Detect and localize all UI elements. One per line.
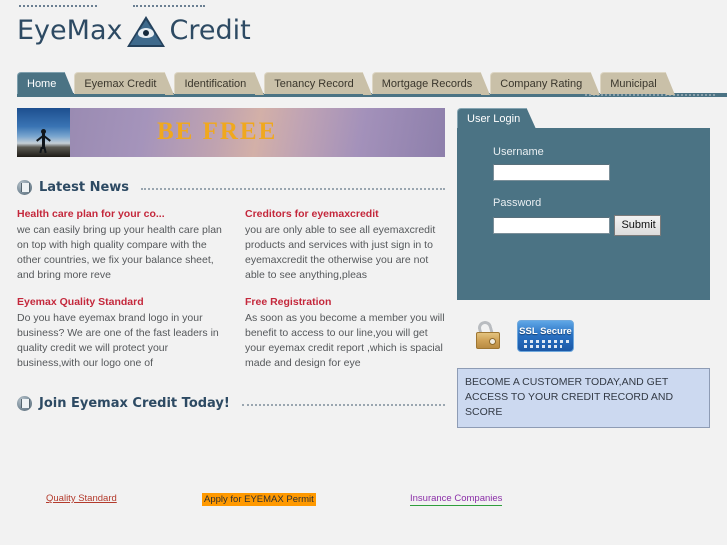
ssl-secure-badge: SSL Secure	[517, 320, 574, 352]
banner-headline: BE FREE	[157, 118, 278, 145]
username-label: Username	[493, 146, 544, 158]
promo-banner[interactable]: BE FREE	[17, 108, 445, 157]
promo-callout: BECOME A CUSTOMER TODAY,AND GET ACCESS T…	[457, 368, 710, 428]
news-item: Creditors for eyemaxcredit you are only …	[245, 208, 445, 283]
main-navigation: Home Eyemax Credit Identification Tenanc…	[0, 70, 727, 97]
username-input[interactable]	[493, 163, 610, 181]
news-title[interactable]: Eyemax Quality Standard	[17, 296, 228, 308]
main-content-column: BE FREE Latest News Health care plan for…	[17, 108, 445, 413]
footer-links: Quality Standard Apply for EYEMAX Permit…	[0, 488, 727, 518]
news-body: Do you have eyemax brand logo in your bu…	[17, 312, 219, 369]
padlock-icon	[473, 319, 503, 351]
latest-news-title: Latest News	[39, 179, 130, 195]
logo-dots-right	[133, 5, 205, 8]
security-badges: SSL Secure	[465, 318, 710, 354]
nav-tab-company-rating[interactable]: Company Rating	[490, 72, 601, 95]
logo-dots-left	[19, 5, 97, 8]
site-logo[interactable]: EyeMax Credit	[17, 5, 251, 47]
user-login-tab[interactable]: User Login	[457, 108, 536, 129]
news-bullet-icon	[17, 179, 32, 195]
join-today-title: Join Eyemax Credit Today!	[39, 395, 230, 411]
news-item: Eyemax Quality Standard Do you have eyem…	[17, 296, 228, 371]
latest-news-heading: Latest News	[17, 177, 445, 197]
news-title[interactable]: Free Registration	[245, 296, 445, 308]
news-item: Free Registration As soon as you become …	[245, 296, 445, 371]
news-item: Health care plan for your co... we can e…	[17, 208, 228, 283]
nav-tab-home[interactable]: Home	[17, 72, 75, 95]
nav-tab-mortgage-records[interactable]: Mortgage Records	[371, 72, 490, 95]
user-login-panel: Username Password Submit	[457, 128, 710, 300]
news-title[interactable]: Creditors for eyemaxcredit	[245, 208, 445, 220]
nav-tab-municipal[interactable]: Municipal	[600, 72, 676, 95]
pyramid-eye-icon	[127, 14, 166, 47]
join-today-heading: Join Eyemax Credit Today!	[17, 393, 445, 413]
nav-dotted-strip	[585, 94, 715, 97]
nav-tab-eyemax-credit[interactable]: Eyemax Credit	[74, 72, 175, 95]
news-body: As soon as you become a member you will …	[245, 312, 445, 369]
password-input[interactable]	[493, 216, 610, 234]
footer-link-insurance-companies[interactable]: Insurance Companies	[410, 493, 503, 506]
sidebar-column: User Login Username Password Submit SSL …	[457, 108, 710, 428]
footer-link-quality-standard[interactable]: Quality Standard	[46, 493, 117, 504]
site-header: EyeMax Credit	[0, 0, 727, 68]
footer-link-eyemax-permit[interactable]: Apply for EYEMAX Permit	[202, 493, 316, 506]
heading-dotted-rule	[141, 187, 445, 191]
news-body: we can easily bring up your health care …	[17, 224, 222, 281]
logo-word-right: Credit	[169, 15, 251, 46]
submit-button[interactable]: Submit	[614, 214, 662, 236]
password-label: Password	[493, 196, 542, 209]
ssl-secure-label: SSL Secure	[519, 326, 572, 337]
news-body: you are only able to see all eyemaxcredi…	[245, 224, 436, 281]
logo-word-left: EyeMax	[17, 15, 123, 46]
join-bullet-icon	[17, 395, 32, 411]
heading-dotted-rule	[241, 403, 445, 407]
nav-tab-tenancy-record[interactable]: Tenancy Record	[264, 72, 372, 95]
nav-tab-list: Home Eyemax Credit Identification Tenanc…	[17, 70, 676, 95]
nav-tab-identification[interactable]: Identification	[174, 72, 264, 95]
news-grid: Health care plan for your co... we can e…	[17, 208, 445, 371]
news-title[interactable]: Health care plan for your co...	[17, 208, 228, 220]
banner-photo	[17, 108, 70, 157]
page-root: EyeMax Credit Home Eyemax Credit Identif…	[0, 0, 727, 545]
